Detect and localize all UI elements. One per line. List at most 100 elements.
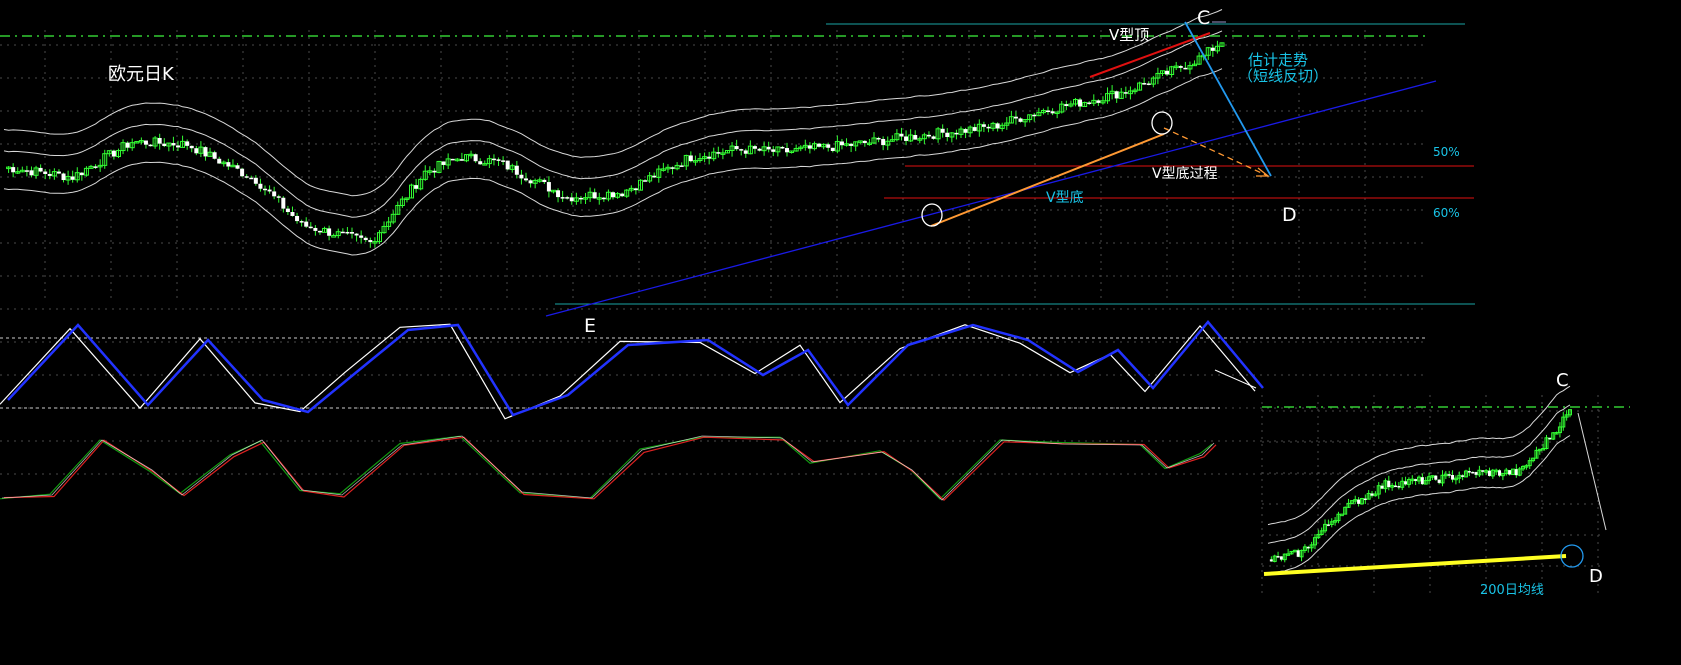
candle-body: [963, 129, 968, 133]
inset-candle-body: [1467, 471, 1471, 473]
candle-body: [61, 173, 66, 181]
candle-body: [643, 180, 648, 182]
candle-body: [826, 144, 831, 148]
inset-candle-body: [1474, 472, 1478, 475]
candle-body: [542, 179, 547, 183]
candle-body: [633, 188, 638, 191]
candle-body: [473, 154, 478, 162]
candle-body: [739, 149, 744, 151]
candle-body: [940, 128, 945, 133]
label-point-c: C: [1197, 7, 1210, 29]
candle-body: [734, 146, 739, 150]
candle-body: [56, 171, 61, 174]
candle-body: [29, 170, 34, 176]
candle-body: [1165, 70, 1170, 75]
candle-body: [253, 177, 258, 184]
candle-body: [491, 158, 496, 161]
inset-candle-body: [1498, 470, 1502, 476]
candle-body: [501, 160, 506, 162]
candle-body: [1050, 111, 1055, 114]
candle-body: [679, 165, 684, 167]
candle-body: [125, 142, 130, 148]
osc2-slow-line: [3, 436, 1217, 502]
candle-body: [752, 146, 757, 149]
candle-body: [1096, 100, 1101, 103]
candle-body: [189, 145, 194, 149]
candle-body: [1013, 116, 1018, 119]
candle-body: [340, 231, 345, 234]
inset-band-line: [1267, 435, 1571, 575]
candle-body: [43, 171, 48, 174]
candle-body: [652, 175, 657, 178]
candle-body: [354, 233, 359, 236]
candle-body: [556, 190, 561, 198]
candle-body: [176, 145, 180, 148]
candle-body: [785, 148, 789, 153]
label-pct-50: 50%: [1433, 145, 1460, 159]
label-pct-60: 60%: [1433, 206, 1460, 220]
candle-body: [780, 146, 785, 149]
inset-candle-body: [1434, 475, 1438, 480]
candle-body: [226, 162, 231, 167]
inset-candle-body: [1370, 493, 1374, 496]
candle-body: [496, 159, 501, 161]
candle-body: [528, 180, 533, 184]
forecast-line: [1184, 21, 1272, 177]
candle-body: [459, 159, 464, 161]
candle-body: [592, 192, 597, 199]
candle-body: [70, 176, 75, 180]
candle-body: [904, 136, 909, 141]
candle-body: [290, 212, 295, 216]
candle-body: [560, 197, 565, 199]
inset-candle-body: [1487, 470, 1491, 476]
candle-body: [285, 208, 290, 213]
candle-body: [688, 155, 693, 162]
inset-candle-body: [1296, 550, 1300, 557]
candle-body: [1142, 83, 1147, 85]
candle-body: [414, 185, 419, 189]
candle-body: [143, 140, 148, 145]
inset-candle-body: [1471, 471, 1475, 474]
inset-candle-body: [1548, 437, 1552, 440]
inset-chart: [1261, 385, 1630, 598]
candle-body: [926, 134, 931, 137]
candle-body: [1123, 92, 1128, 94]
candle-body: [317, 230, 322, 233]
candle-body: [876, 137, 881, 140]
candle-body: [707, 156, 712, 159]
candle-body: [267, 189, 272, 192]
candle-body: [546, 182, 551, 192]
candle-body: [327, 228, 332, 236]
candle-body: [313, 227, 318, 231]
candle-body: [441, 161, 446, 165]
candle-body: [235, 165, 240, 169]
candle-body: [839, 141, 844, 146]
candle-body: [331, 235, 337, 238]
candle-body: [111, 150, 116, 157]
candle-body: [578, 197, 583, 200]
v-bottom-line: [930, 133, 1165, 227]
candle-body: [817, 143, 822, 147]
candle-body: [299, 221, 304, 223]
candle-body: [1078, 99, 1083, 107]
candle-body: [24, 170, 29, 172]
candle-body: [1114, 91, 1119, 99]
candle-body: [263, 188, 267, 191]
candle-body: [716, 152, 721, 154]
candle-body: [757, 148, 762, 151]
osc1-slow-line: [7, 320, 1264, 417]
oscillator-2: [0, 435, 1217, 502]
inset-candle-body: [1461, 475, 1465, 477]
candle-body: [93, 166, 98, 168]
inset-candle-body: [1420, 477, 1424, 485]
candle-body: [308, 226, 313, 229]
inset-candle-body: [1380, 485, 1384, 489]
candle-body: [79, 172, 84, 176]
v-top-circle: [1151, 111, 1173, 135]
candle-body: [363, 237, 368, 241]
candle-body: [350, 232, 354, 234]
candle-body: [1018, 118, 1023, 122]
inset-candle-body: [1397, 485, 1401, 488]
band-line: [3, 30, 1223, 218]
candle-body: [514, 165, 519, 175]
